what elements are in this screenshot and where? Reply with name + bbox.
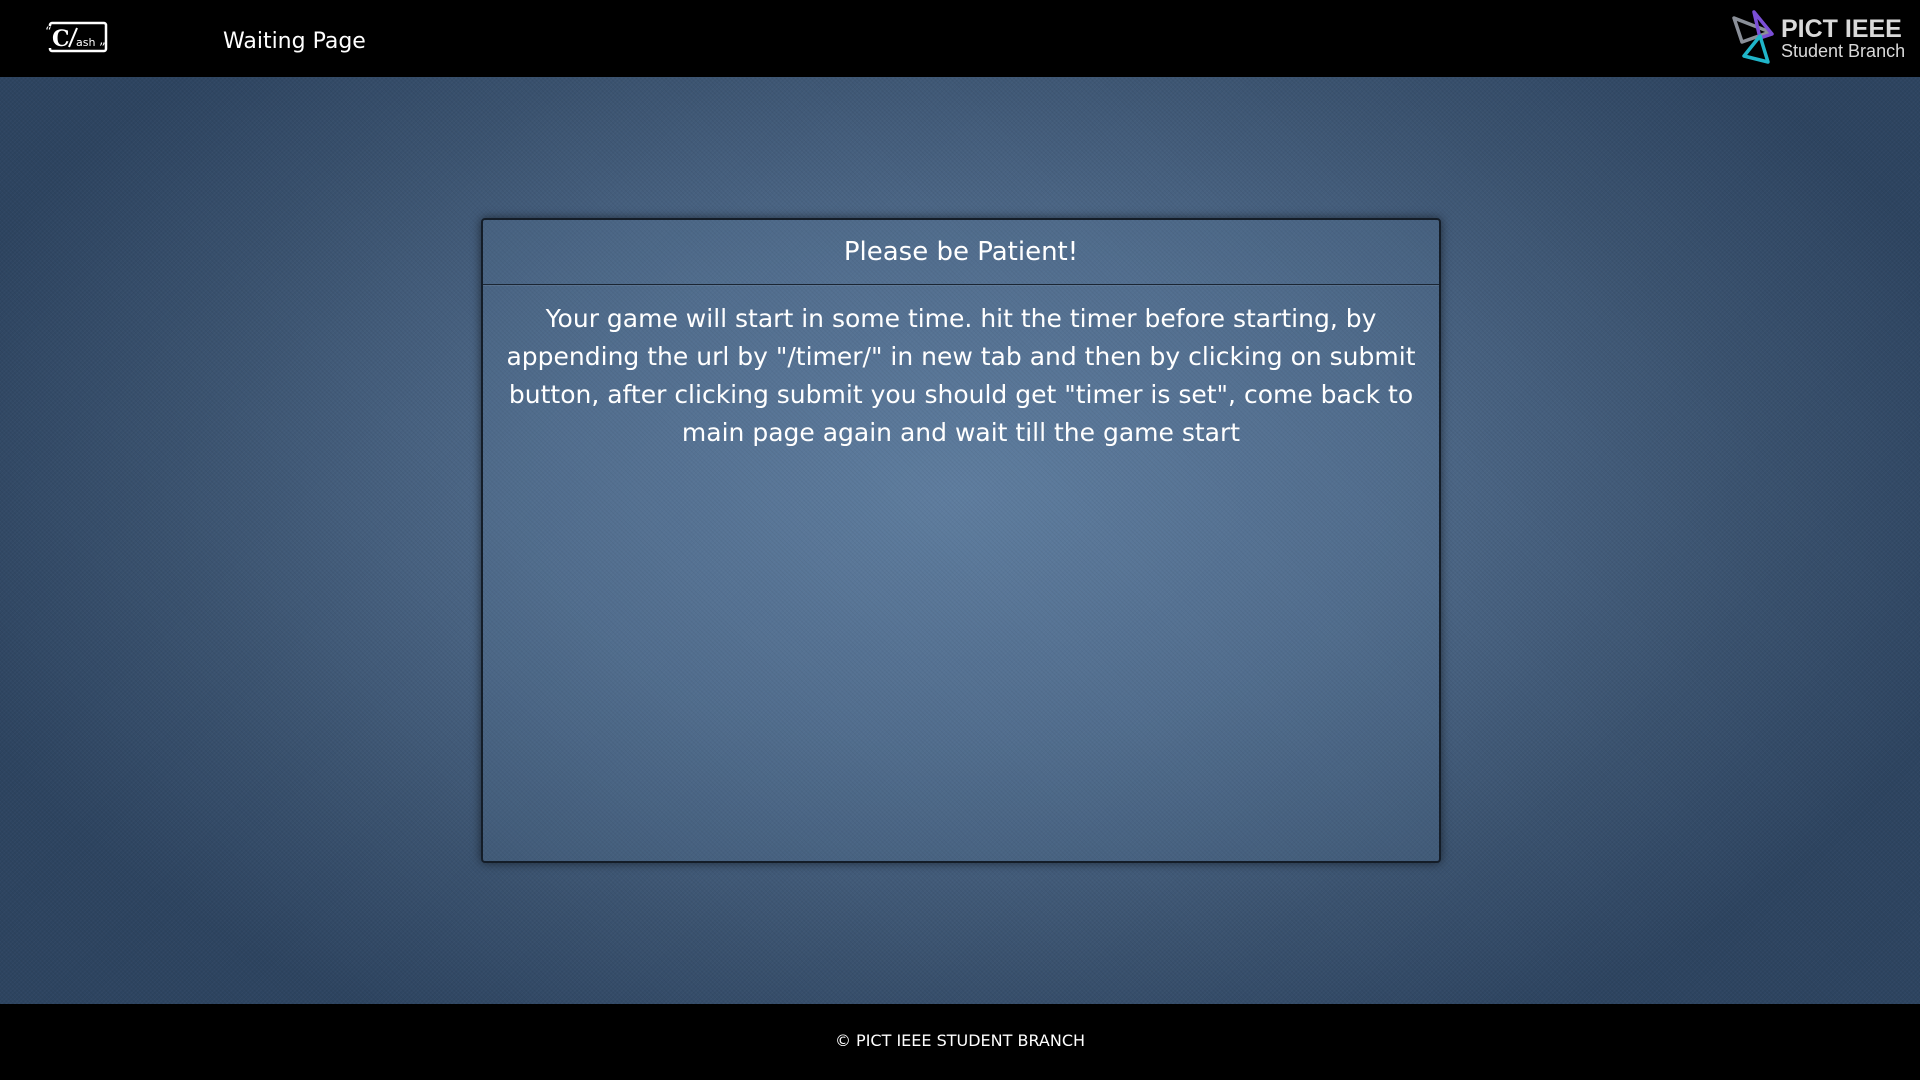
svg-text:ash: ash xyxy=(76,36,95,49)
panel-heading: Please be Patient! xyxy=(843,237,1079,267)
clash-logo-icon: “ C ash ” xyxy=(45,21,108,56)
svg-text:“: “ xyxy=(45,25,52,40)
top-navbar: “ C ash ” Waiting Page PICT IEEE Student… xyxy=(0,0,1920,77)
pict-ieee-triangle-icon xyxy=(1732,10,1774,64)
panel-header: Please be Patient! xyxy=(483,220,1439,285)
copyright-text: © PICT IEEE STUDENT BRANCH xyxy=(834,1031,1086,1050)
svg-text:”: ” xyxy=(99,41,106,54)
pict-ieee-logo[interactable]: PICT IEEE Student Branch xyxy=(1730,10,1910,66)
svg-text:C: C xyxy=(52,26,70,52)
waiting-message: Your game will start in some time. hit t… xyxy=(506,304,1416,447)
main-content: Please be Patient! Your game will start … xyxy=(0,77,1920,1004)
waiting-panel: Please be Patient! Your game will start … xyxy=(481,218,1441,863)
footer: © PICT IEEE STUDENT BRANCH xyxy=(0,1004,1920,1080)
org-subtitle: Student Branch xyxy=(1781,41,1906,61)
page-title: Waiting Page xyxy=(223,29,366,54)
clash-logo[interactable]: “ C ash ” xyxy=(44,20,110,56)
org-name: PICT IEEE xyxy=(1781,15,1902,43)
